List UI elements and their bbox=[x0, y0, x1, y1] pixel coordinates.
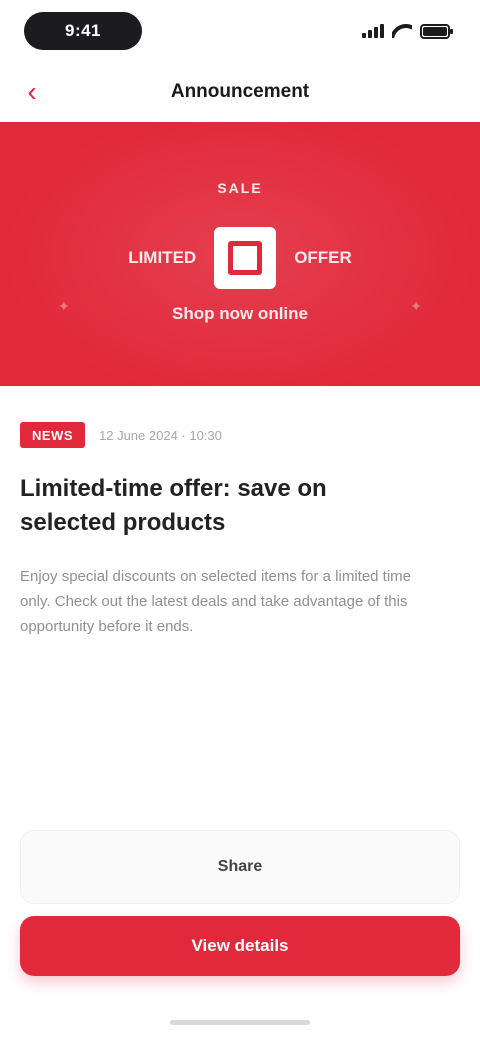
publish-date: 12 June 2024 · 10:30 bbox=[99, 427, 222, 443]
article-content: NEWS 12 June 2024 · 10:30 Limited-time o… bbox=[20, 420, 460, 639]
home-indicator[interactable] bbox=[170, 1020, 310, 1025]
battery-icon bbox=[420, 23, 453, 39]
article-title: Limited-time offer: save on selected pro… bbox=[20, 475, 327, 536]
cellular-signal-icon bbox=[362, 24, 384, 38]
chevron-left-icon: ‹ bbox=[27, 76, 37, 107]
hero-center-row: LIMITED OFFER bbox=[0, 226, 480, 290]
article-meta: NEWS 12 June 2024 · 10:30 bbox=[20, 420, 460, 450]
hero-side-right: OFFER bbox=[294, 248, 352, 267]
status-bar: 9:41 bbox=[0, 0, 480, 64]
status-icons bbox=[362, 20, 453, 42]
share-button[interactable]: Share bbox=[20, 830, 460, 904]
wifi-icon bbox=[392, 24, 412, 38]
status-time: 9:41 bbox=[24, 12, 142, 50]
category-badge: NEWS bbox=[20, 422, 85, 448]
hero-bottom-text: Shop now online bbox=[172, 304, 308, 323]
view-details-button[interactable]: View details bbox=[20, 916, 460, 976]
article-body: Enjoy special discounts on selected item… bbox=[20, 568, 412, 635]
hero-banner[interactable]: ✦ ✦ SALE LIMITED OFFER Shop now online bbox=[0, 122, 480, 386]
page-title: Announcement bbox=[170, 81, 310, 102]
back-button[interactable]: ‹ bbox=[18, 76, 46, 107]
hero-top-text: SALE bbox=[217, 180, 263, 196]
navigation-bar: ‹ Announcement bbox=[0, 64, 480, 120]
brand-logo-icon bbox=[214, 227, 277, 289]
hero-side-left: LIMITED bbox=[128, 248, 197, 267]
